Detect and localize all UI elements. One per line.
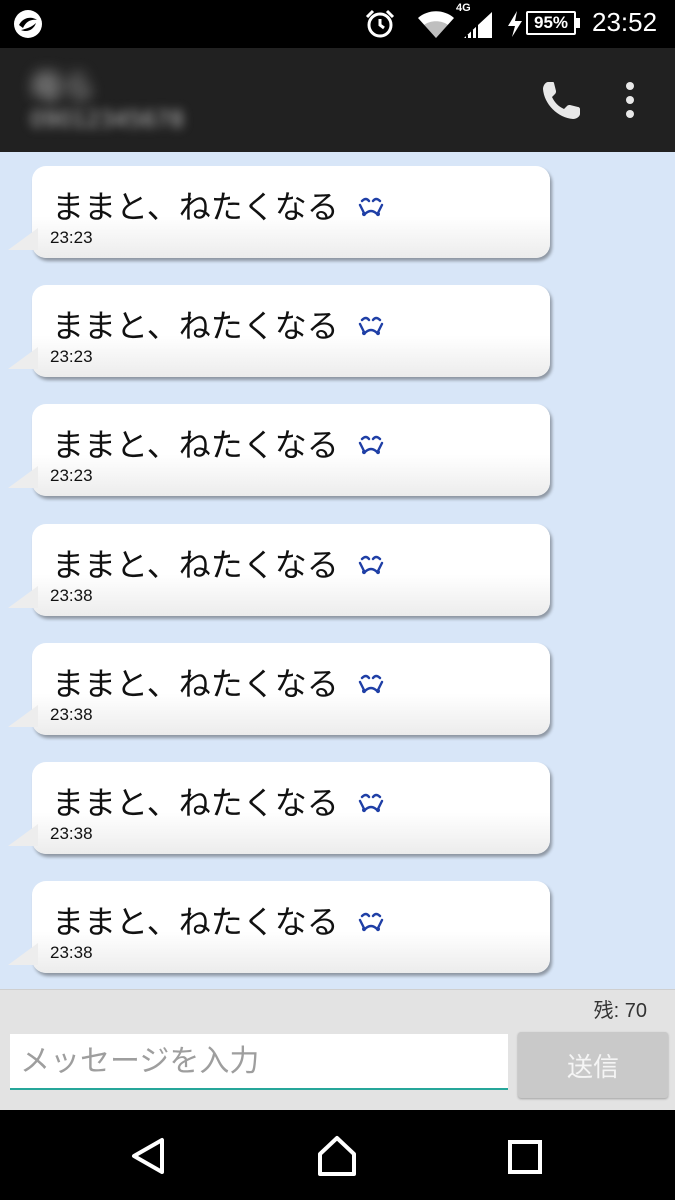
message-time: 23:23 [50,228,93,247]
message-text: ままと、ねたくなる [52,546,339,584]
message-bubble[interactable]: ままと、ねたくなる 23:38 [8,762,550,854]
status-clock: 23:52 [592,7,658,37]
message-bubble[interactable]: ままと、ねたくなる 23:23 [8,404,550,496]
home-icon[interactable] [314,1134,360,1178]
crying-face-emoji-icon [358,435,384,455]
phone-icon[interactable] [538,76,586,124]
message-time: 23:23 [50,466,93,485]
wifi-icon [418,11,454,38]
message-bubble[interactable]: ままと、ねたくなる 23:23 [8,166,550,258]
message-bubble[interactable]: ままと、ねたくなる 23:38 [8,881,550,973]
message-time: 23:23 [50,347,93,366]
crying-face-emoji-icon [358,197,384,217]
message-bubble[interactable]: ままと、ねたくなる 23:38 [8,643,550,735]
contact-number: 09012345678 [30,108,184,133]
conversation-header: 母ら 09012345678 [0,48,675,152]
message-input[interactable] [10,1034,508,1090]
message-text: ままと、ねたくなる [52,665,339,703]
bubble-tail [8,824,38,846]
alarm-clock-icon [365,9,395,38]
crying-face-emoji-icon [358,674,384,694]
message-time: 23:38 [50,705,93,724]
message-text: ままと、ねたくなる [52,426,339,464]
message-bubble[interactable]: ままと、ねたくなる 23:38 [8,524,550,616]
message-time: 23:38 [50,943,93,962]
bubble-tail [8,943,38,965]
crying-face-emoji-icon [358,316,384,336]
remaining-count: 残: 70 [593,1000,647,1022]
system-nav-bar [0,1110,675,1200]
contact-name[interactable]: 母ら [30,62,94,108]
message-text: ままと、ねたくなる [52,307,339,345]
message-composer: 残: 70 送信 [0,989,675,1110]
bubble-tail [8,228,38,250]
message-text: ままと、ねたくなる [52,903,339,941]
bubble-tail [8,347,38,369]
send-button[interactable]: 送信 [518,1032,668,1098]
message-time: 23:38 [50,824,93,843]
crying-face-emoji-icon [358,912,384,932]
crying-face-emoji-icon [358,793,384,813]
message-text: ままと、ねたくなる [52,188,339,226]
bubble-tail [8,586,38,608]
message-time: 23:38 [50,586,93,605]
lightning-bolt-icon [508,11,522,37]
message-bubble[interactable]: ままと、ねたくなる 23:23 [8,285,550,377]
status-bar: 4G 95% 23:52 [0,0,675,48]
bubble-tail [8,705,38,727]
recent-apps-icon[interactable] [506,1138,544,1176]
more-vert-icon[interactable] [612,78,648,122]
message-text: ままと、ねたくなる [52,784,339,822]
bubble-tail [8,466,38,488]
back-triangle-icon[interactable] [126,1136,170,1176]
app-logo-icon [14,10,42,38]
crying-face-emoji-icon [358,555,384,575]
battery-indicator: 95% [526,11,580,35]
message-list[interactable]: ままと、ねたくなる 23:23 ままと、ねたくなる 23:23 ままと、ねたくな… [0,152,675,989]
cell-signal-icon [464,12,492,38]
